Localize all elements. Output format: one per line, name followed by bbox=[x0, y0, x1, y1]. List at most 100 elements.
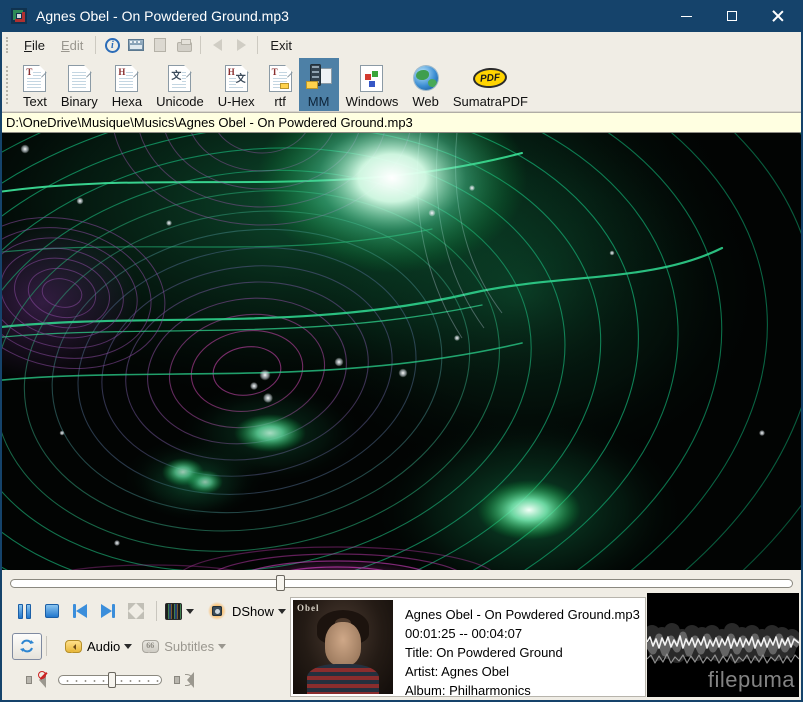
address-bar[interactable]: D:\OneDrive\Musique\Musics\Agnes Obel - … bbox=[2, 112, 801, 133]
menu-edit[interactable]: Edit bbox=[53, 34, 91, 57]
chevron-down-icon bbox=[124, 644, 132, 649]
volume-slider[interactable] bbox=[58, 673, 162, 687]
uhex-doc-icon: H文 bbox=[225, 65, 248, 92]
forward-icon bbox=[237, 39, 246, 51]
track-title: Title: On Powdered Ground bbox=[405, 643, 635, 662]
titlebar[interactable]: Agnes Obel - On Powdered Ground.mp3 bbox=[2, 0, 801, 32]
toolbar-button-binary[interactable]: Binary bbox=[54, 58, 105, 111]
toolbar-button-web[interactable]: Web bbox=[405, 58, 446, 111]
toolbar-button-text[interactable]: T Text bbox=[16, 58, 54, 111]
windows-doc-icon bbox=[360, 65, 383, 92]
save-button bbox=[149, 35, 171, 55]
toolbar: T Text Binary H Hexa 文 Unicode H文 U-Hex … bbox=[2, 58, 801, 112]
previous-button[interactable] bbox=[68, 599, 92, 623]
print-icon bbox=[177, 42, 192, 52]
maximize-button[interactable] bbox=[709, 0, 755, 32]
subtitles-label: Subtitles bbox=[164, 639, 214, 654]
fullscreen-button bbox=[124, 599, 148, 623]
chevron-down-icon bbox=[218, 644, 226, 649]
audio-dropdown[interactable]: Audio bbox=[65, 639, 132, 654]
loop-button[interactable] bbox=[12, 633, 42, 660]
mute-speaker-icon[interactable] bbox=[26, 671, 46, 689]
loop-icon bbox=[19, 638, 35, 654]
options-bar: Audio 66 Subtitles bbox=[12, 632, 226, 660]
binary-doc-icon bbox=[68, 65, 91, 92]
hexa-doc-icon: H bbox=[115, 65, 138, 92]
dshow-dropdown[interactable]: DShow bbox=[208, 602, 286, 620]
dshow-icon bbox=[208, 602, 226, 620]
menubar-gripper[interactable] bbox=[6, 37, 9, 53]
file-path: D:\OneDrive\Musique\Musics\Agnes Obel - … bbox=[6, 115, 413, 130]
close-button[interactable] bbox=[755, 0, 801, 32]
toolbar-button-hexa[interactable]: H Hexa bbox=[105, 58, 149, 111]
next-button[interactable] bbox=[96, 599, 120, 623]
globe-icon bbox=[414, 66, 438, 90]
rtf-doc-icon: T bbox=[269, 65, 292, 92]
seek-slider[interactable] bbox=[10, 575, 793, 591]
close-icon bbox=[772, 10, 784, 22]
loud-speaker-icon[interactable] bbox=[174, 671, 194, 689]
dshow-label: DShow bbox=[232, 604, 274, 619]
visualization-icon bbox=[165, 603, 182, 620]
pdf-icon: PDF bbox=[473, 67, 508, 89]
toolbar-gripper[interactable] bbox=[6, 66, 9, 104]
toolbar-button-sumatrapdf[interactable]: PDF SumatraPDF bbox=[446, 58, 535, 111]
fullscreen-icon bbox=[128, 603, 144, 619]
media-icon bbox=[128, 39, 144, 51]
audio-bubble-icon bbox=[65, 640, 82, 653]
chevron-down-icon bbox=[186, 609, 194, 614]
options-separator bbox=[46, 636, 47, 656]
transport-separator bbox=[156, 601, 157, 621]
track-filename: Agnes Obel - On Powdered Ground.mp3 bbox=[405, 605, 635, 624]
volume-bar bbox=[26, 668, 194, 692]
seek-groove[interactable] bbox=[10, 579, 793, 588]
back-icon bbox=[213, 39, 222, 51]
forward-button bbox=[230, 35, 252, 55]
pause-button[interactable] bbox=[12, 599, 36, 623]
visualization-select-button[interactable] bbox=[165, 599, 194, 623]
track-artist: Artist: Agnes Obel bbox=[405, 662, 635, 681]
text-doc-icon: T bbox=[23, 65, 46, 92]
seek-thumb[interactable] bbox=[276, 575, 285, 591]
waveform-panel: filepuma bbox=[647, 593, 799, 697]
menu-file[interactable]: File bbox=[16, 34, 53, 57]
unicode-doc-icon: 文 bbox=[168, 65, 191, 92]
toolbar-button-uhex[interactable]: H文 U-Hex bbox=[211, 58, 262, 111]
visualization-canvas[interactable] bbox=[2, 133, 801, 570]
next-icon bbox=[101, 604, 112, 618]
menubar: File Edit i Exit bbox=[2, 32, 801, 58]
media-options-button[interactable] bbox=[125, 35, 147, 55]
stop-icon bbox=[45, 604, 59, 618]
menu-separator bbox=[257, 36, 258, 54]
audio-label: Audio bbox=[87, 639, 120, 654]
transport-bar: DShow bbox=[12, 598, 286, 624]
filepuma-watermark: filepuma bbox=[708, 667, 795, 693]
print-button bbox=[173, 35, 195, 55]
minimize-icon bbox=[681, 16, 692, 17]
chevron-down-icon bbox=[278, 609, 286, 614]
toolbar-button-windows[interactable]: Windows bbox=[339, 58, 406, 111]
info-icon: i bbox=[105, 38, 120, 53]
menu-exit[interactable]: Exit bbox=[262, 34, 300, 57]
subtitles-bubble-icon: 66 bbox=[142, 640, 159, 653]
toolbar-button-mm[interactable]: MM bbox=[299, 58, 339, 111]
album-art-label: Obel bbox=[297, 603, 320, 613]
menu-separator bbox=[95, 36, 96, 54]
subtitles-dropdown: 66 Subtitles bbox=[142, 639, 226, 654]
album-art: Obel bbox=[293, 600, 393, 694]
app-icon bbox=[10, 7, 28, 25]
toolbar-button-rtf[interactable]: T rtf bbox=[262, 58, 299, 111]
back-button bbox=[206, 35, 228, 55]
track-album: Album: Philharmonics bbox=[405, 681, 635, 696]
stop-button[interactable] bbox=[40, 599, 64, 623]
minimize-button[interactable] bbox=[663, 0, 709, 32]
info-button[interactable]: i bbox=[101, 35, 123, 55]
now-playing-panel: Obel Agnes Obel - On Powdered Ground.mp3… bbox=[290, 597, 646, 697]
app-window: Agnes Obel - On Powdered Ground.mp3 File… bbox=[0, 0, 803, 702]
save-icon bbox=[154, 38, 166, 52]
player-controls: DShow Audio 66 Subtitles bbox=[2, 570, 801, 700]
previous-icon bbox=[76, 604, 87, 618]
multimedia-icon bbox=[306, 64, 332, 92]
volume-thumb[interactable] bbox=[108, 672, 116, 688]
toolbar-button-unicode[interactable]: 文 Unicode bbox=[149, 58, 211, 111]
